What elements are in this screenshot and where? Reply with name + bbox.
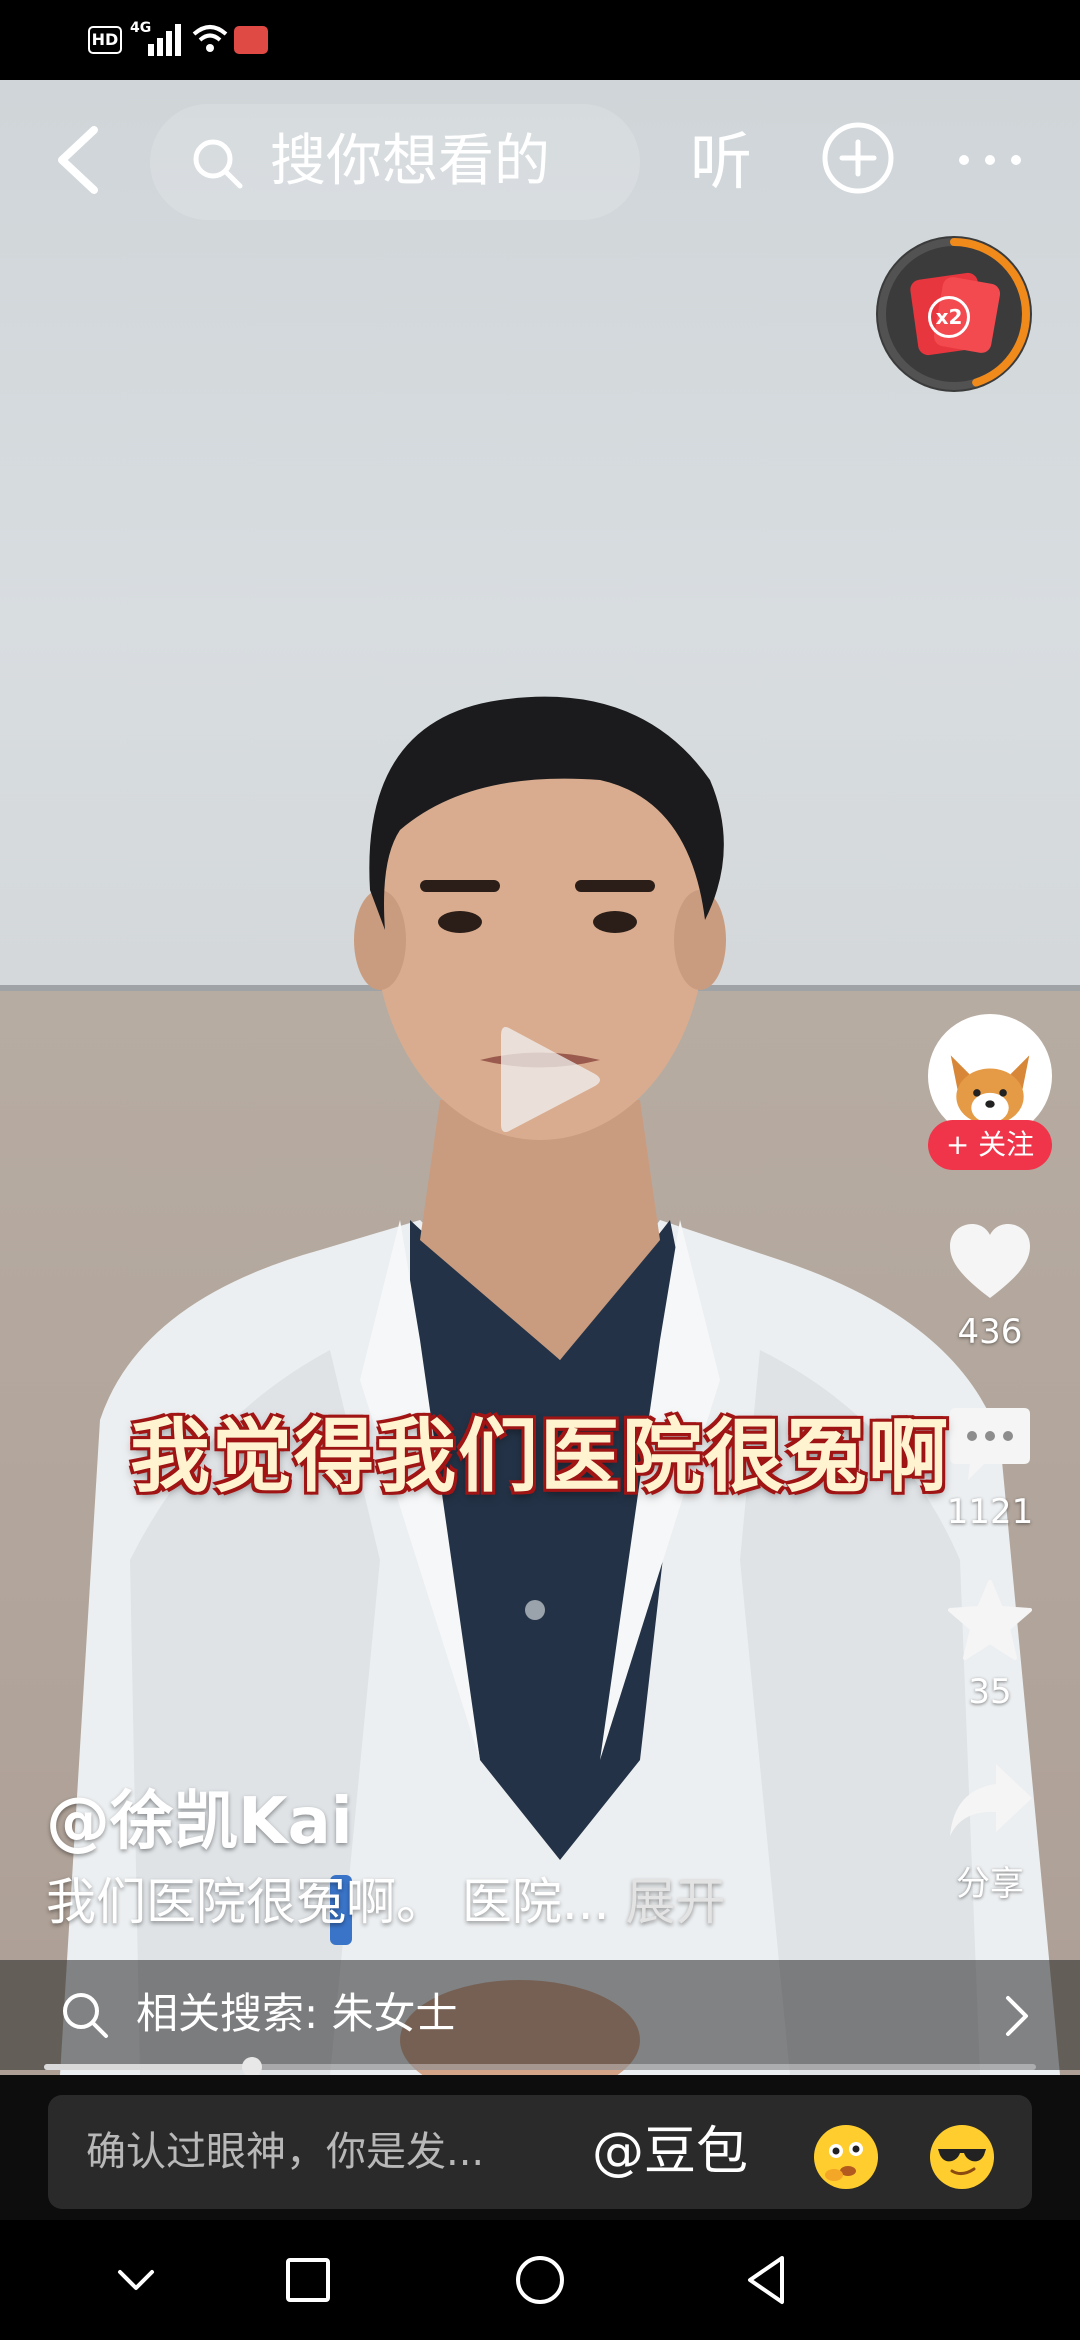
related-search-label: 相关搜索: 朱女士 <box>136 1989 458 2038</box>
follow-button[interactable]: + 关注 <box>928 1120 1052 1170</box>
wifi-icon <box>192 25 228 52</box>
video-progress-fill <box>44 2064 253 2070</box>
share-icon[interactable] <box>946 1760 1034 1840</box>
comment-bar: 确认过眼神，你是发... @豆包 <box>0 2075 1080 2220</box>
reward-button[interactable]: x2 <box>876 236 1032 392</box>
expand-link[interactable]: 展开 <box>625 1873 725 1931</box>
description-text: 我们医院很冤啊。 医院... <box>46 1873 610 1931</box>
related-search-bar[interactable]: 相关搜索: 朱女士 <box>0 1960 1080 2070</box>
video-progress-bar[interactable] <box>44 2057 1036 2077</box>
search-icon <box>193 139 243 189</box>
signal-icon <box>148 24 181 56</box>
search-placeholder: 搜你想看的 <box>270 129 550 194</box>
like-count: 436 <box>957 1312 1023 1352</box>
search-icon <box>63 1993 108 2038</box>
reward-multiplier: x2 <box>928 296 970 338</box>
system-nav-bar <box>0 2220 1080 2340</box>
author-name[interactable]: @徐凯Kai <box>46 1770 353 1862</box>
sunglasses-emoji-icon[interactable] <box>930 2125 994 2189</box>
heart-icon[interactable] <box>948 1222 1032 1302</box>
search-bar[interactable]: 搜你想看的 <box>150 104 640 220</box>
dog-avatar-icon <box>932 1018 1048 1134</box>
share-label: 分享 <box>956 1864 1024 1904</box>
app-notification-icon <box>234 26 268 54</box>
thinking-emoji-icon[interactable] <box>814 2125 878 2189</box>
video-description: 我们医院很冤啊。 医院... 展开 <box>46 1862 725 1934</box>
status-right-text <box>744 20 1044 60</box>
chevron-right-icon <box>1006 1996 1028 2036</box>
nav-back-icon[interactable] <box>730 2242 806 2318</box>
nav-down-icon[interactable] <box>98 2242 174 2318</box>
plus-circle-icon[interactable] <box>820 120 896 196</box>
nav-home-icon[interactable] <box>502 2242 578 2318</box>
nav-recents-icon[interactable] <box>270 2242 346 2318</box>
more-dots-icon[interactable] <box>950 120 1030 200</box>
comment-placeholder: 确认过眼神，你是发... <box>86 2129 485 2175</box>
back-arrow-icon[interactable] <box>50 120 110 200</box>
listen-button[interactable]: 听 <box>690 114 752 210</box>
favorite-count: 35 <box>968 1672 1012 1712</box>
hd-badge: HD <box>88 26 122 54</box>
star-icon[interactable] <box>946 1578 1034 1662</box>
comment-input[interactable]: 确认过眼神，你是发... @豆包 <box>48 2095 1032 2209</box>
play-icon[interactable] <box>495 1020 605 1140</box>
status-bar: HD 4G <box>0 0 1080 80</box>
mention-doubao-button[interactable]: @豆包 <box>592 2117 748 2187</box>
video-subtitle: 我觉得我们医院很冤啊 <box>130 1410 950 1503</box>
